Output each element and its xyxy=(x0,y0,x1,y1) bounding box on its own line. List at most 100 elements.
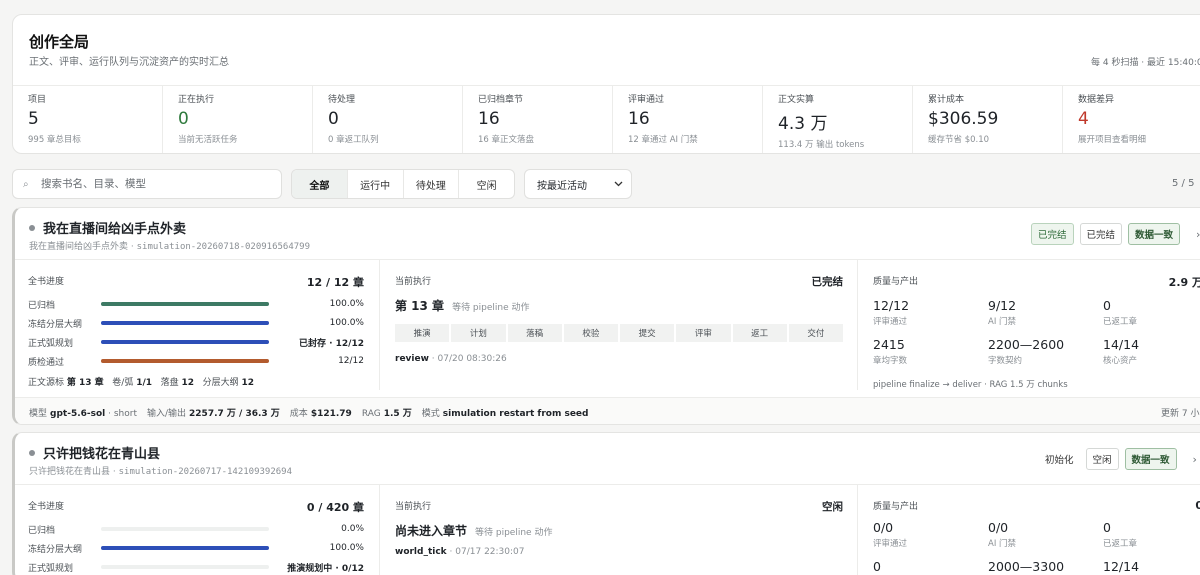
waiting-text: 等待 pipeline 动作 xyxy=(475,528,553,538)
metric-label: AI 门禁 xyxy=(988,539,1017,549)
foot-value: 12 xyxy=(241,378,255,388)
quality-metrics: 0/0 评审通过 0/0 AI 门禁 0 已返工章 0 2000—3300 12/14 xyxy=(873,520,1200,575)
quality-label: 质量与产出 xyxy=(873,277,919,287)
stat-value: 5 xyxy=(28,109,39,129)
foot-key: 卷/弧 xyxy=(112,378,134,388)
sort-select[interactable]: 按最近活动 xyxy=(524,169,632,199)
filter-pending[interactable]: 待处理 xyxy=(404,170,460,198)
current-chapter: 尚未进入章节 等待 pipeline 动作 xyxy=(395,522,857,539)
io-info: 输入/输出 2257.7 万 / 36.3 万 xyxy=(147,406,280,419)
current-chapter: 第 13 章 等待 pipeline 动作 xyxy=(395,297,857,314)
progress-row-label: 已归档 xyxy=(28,300,56,311)
execution-panel: 当前执行 已完结 第 13 章 等待 pipeline 动作 推演 计划 落稿 … xyxy=(380,260,858,390)
footer-value: simulation restart from seed xyxy=(442,408,589,419)
chevron-right-icon[interactable]: › xyxy=(1196,228,1200,241)
stat-review-pass: 评审通过 16 12 章通过 AI 门禁 xyxy=(613,86,763,153)
progress-panel: 全书进度 0 / 420 章 已归档 0.0% 冻结分层大纲 100.0% 正式… xyxy=(15,485,380,575)
metric-value: 0 xyxy=(1103,520,1111,535)
stat-sub: 缓存节省 $0.10 xyxy=(928,135,990,145)
progress-track xyxy=(101,340,269,344)
log-key: review xyxy=(395,354,429,364)
stat-sub: 当前无活跃任务 xyxy=(178,135,238,145)
foot-key: 分层大纲 xyxy=(202,378,239,388)
metric-label: AI 门禁 xyxy=(988,317,1017,327)
pipeline-step: 校验 xyxy=(563,324,618,342)
project-subtitle: 我在直播间给凶手点外卖 · simulation-20260718-020916… xyxy=(29,242,311,252)
metric-value: 0/0 xyxy=(873,520,894,535)
stat-label: 正文实算 xyxy=(778,95,815,105)
project-card[interactable]: 我在直播间给凶手点外卖 我在直播间给凶手点外卖 · simulation-202… xyxy=(12,207,1200,425)
stat-label: 已归档章节 xyxy=(478,95,524,105)
filter-idle[interactable]: 空闲 xyxy=(459,170,514,198)
metric: 2415 章均字数 xyxy=(873,337,988,366)
filter-running[interactable]: 运行中 xyxy=(348,170,404,198)
metric-label: 核心资产 xyxy=(1103,356,1138,366)
stat-data-diff[interactable]: 数据差异 4 展开项目查看明细 xyxy=(1063,86,1200,153)
progress-label: 全书进度 xyxy=(28,502,65,512)
footer-key: 模型 xyxy=(29,408,48,419)
progress-panel: 全书进度 12 / 12 章 已归档 100.0% 冻结分层大纲 100.0% … xyxy=(15,260,380,390)
consistency-badge: 数据一致 xyxy=(1124,448,1177,470)
overview-header: 创作全局 正文、评审、运行队列与沉淀资产的实时汇总 每 4 秒扫描 · 最近 1… xyxy=(12,14,1200,154)
stat-value: 4.3 万 xyxy=(778,114,828,134)
chapter-label: 第 13 章 xyxy=(395,299,445,313)
scan-status: 每 4 秒扫描 · 最近 15:40:0 xyxy=(1091,58,1200,68)
project-footer: 模型 gpt-5.6-sol · short 输入/输出 2257.7 万 / 36… xyxy=(15,397,1200,424)
stat-value: 16 xyxy=(628,109,650,129)
metric-value: 0/0 xyxy=(988,520,1009,535)
stat-value: 16 xyxy=(478,109,500,129)
metric-value: 0 xyxy=(1103,298,1111,313)
metric-value: 12/14 xyxy=(1103,559,1140,574)
stat-cost: 累计成本 $306.59 缓存节省 $0.10 xyxy=(913,86,1063,153)
chevron-down-icon xyxy=(614,181,623,187)
chevron-right-icon[interactable]: › xyxy=(1193,453,1197,466)
exec-label: 当前执行 xyxy=(395,502,432,512)
metric: 0/0 评审通过 xyxy=(873,520,988,549)
log-time: 07/20 08:30:26 xyxy=(437,354,507,364)
stat-label: 累计成本 xyxy=(928,95,965,105)
project-title: 只许把钱花在青山县 xyxy=(43,447,161,462)
exec-label: 当前执行 xyxy=(395,277,432,287)
rag-info: RAG 1.5 万 xyxy=(362,406,412,419)
search-input[interactable] xyxy=(41,178,261,190)
footer-value: $121.79 xyxy=(310,408,352,419)
stat-label: 数据差异 xyxy=(1078,95,1115,105)
project-body: 全书进度 12 / 12 章 已归档 100.0% 冻结分层大纲 100.0% … xyxy=(15,259,1200,390)
progress-row-label: 质检通过 xyxy=(28,357,65,368)
project-title: 我在直播间给凶手点外卖 xyxy=(43,222,187,237)
progress-row: 正式弧规划 已封存 · 12/12 xyxy=(28,337,364,349)
stat-label: 待处理 xyxy=(328,95,356,105)
project-dir: 只许把钱花在青山县 xyxy=(29,467,111,477)
footer-key: RAG xyxy=(361,408,381,419)
stat-projects: 项目 5 995 章总目标 xyxy=(13,86,163,153)
filter-all[interactable]: 全部 xyxy=(292,170,348,198)
metric: 2000—3300 xyxy=(988,559,1103,575)
status-badge: 已完结 xyxy=(1031,223,1074,245)
state-badge: 已完结 xyxy=(1079,223,1123,245)
project-title-row: 我在直播间给凶手点外卖 xyxy=(29,218,186,237)
quality-panel: 质量与产出 0 0/0 评审通过 0/0 AI 门禁 0 已返工章 0 2000—33… xyxy=(858,485,1200,575)
metric: 0/0 AI 门禁 xyxy=(988,520,1103,549)
search-box[interactable]: ⌕ xyxy=(12,169,282,199)
mode-info: 模式 simulation restart from seed xyxy=(422,406,589,419)
metric-label: 已返工章 xyxy=(1103,317,1138,327)
result-count: 5 / 5 xyxy=(1172,178,1195,189)
status-dot-icon xyxy=(29,224,35,231)
project-subtitle: 只许把钱花在青山县 · simulation-20260717-14210939… xyxy=(29,467,293,477)
progress-row-value: 已封存 · 12/12 xyxy=(298,338,364,349)
footer-suffix: · short xyxy=(108,408,137,419)
progress-track xyxy=(101,546,269,550)
foot-value: 1/1 xyxy=(136,378,153,388)
progress-row-label: 正式弧规划 xyxy=(28,563,74,574)
progress-value: 0 / 420 章 xyxy=(306,501,364,514)
status-badge: 初始化 xyxy=(1045,455,1074,466)
metric-value: 12/12 xyxy=(873,298,910,313)
cost-info: 成本 $121.79 xyxy=(290,406,352,419)
metric: 0 xyxy=(873,559,988,575)
search-icon: ⌕ xyxy=(23,178,29,190)
progress-track xyxy=(101,321,269,325)
metric: 0 已返工章 xyxy=(1103,520,1200,549)
project-card[interactable]: 只许把钱花在青山县 只许把钱花在青山县 · simulation-2026071… xyxy=(12,432,1200,575)
progress-label: 全书进度 xyxy=(28,277,65,287)
progress-row-label: 已归档 xyxy=(28,525,56,536)
